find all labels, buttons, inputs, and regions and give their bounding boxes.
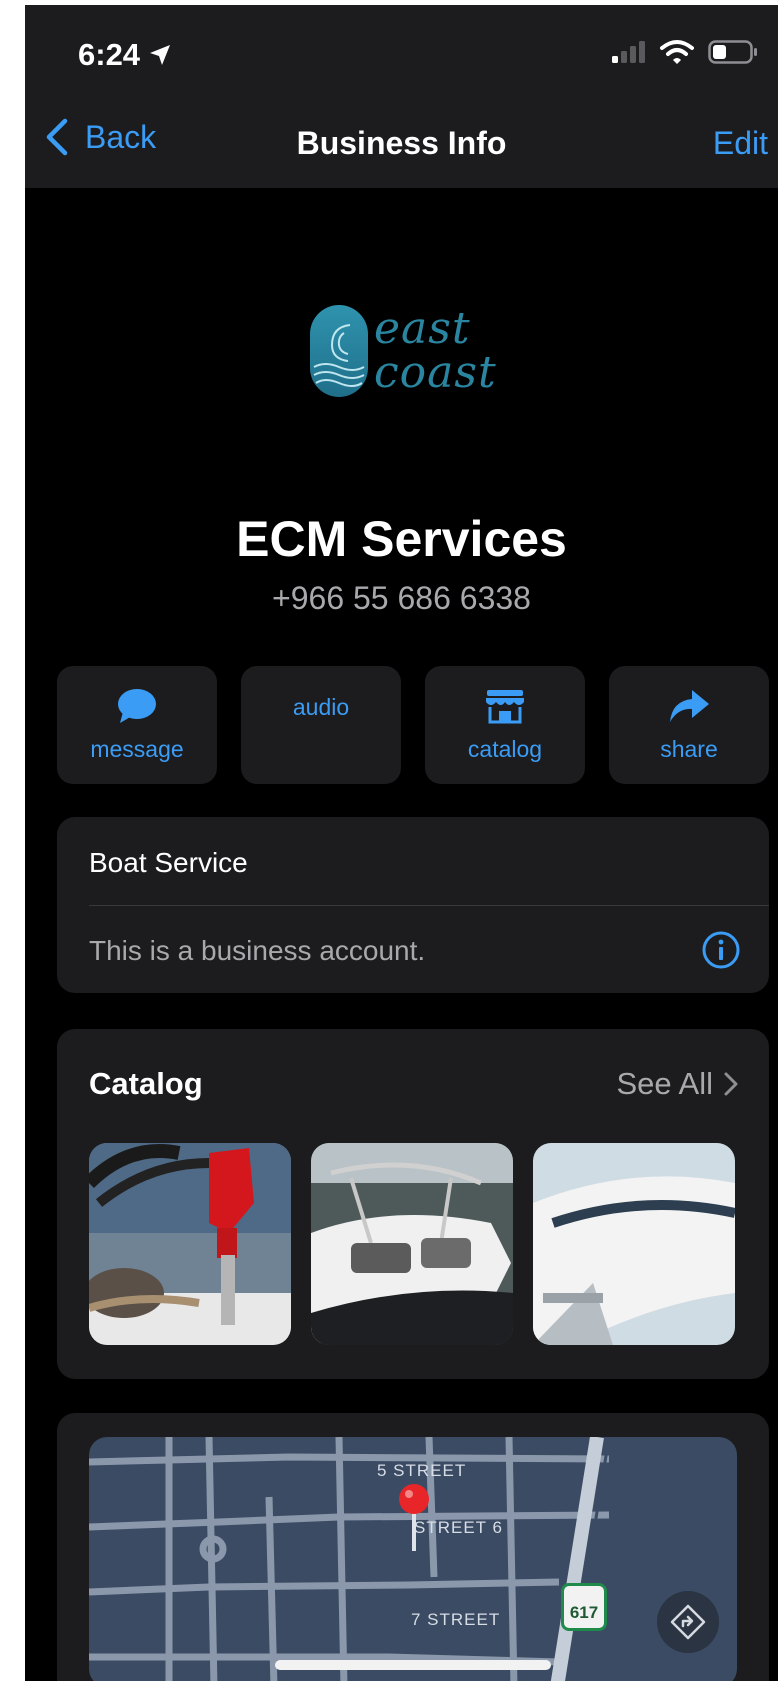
directions-icon (670, 1604, 706, 1640)
message-button[interactable]: message (57, 666, 217, 784)
route-shield-badge: 617 (561, 1583, 607, 1631)
battery-icon (708, 40, 757, 64)
info-circle-icon (702, 931, 740, 969)
directions-button[interactable] (657, 1591, 719, 1653)
cellular-signal-icon (612, 41, 645, 63)
navigation-header: 6:24 Back Business Info Edit (25, 5, 778, 188)
share-label: share (660, 735, 718, 762)
street-label-5: 5 STREET (377, 1461, 467, 1480)
route-number: 617 (569, 1603, 599, 1622)
business-logo: east coast (310, 305, 497, 397)
phone-screen: 6:24 Back Business Info Edit east coast … (25, 5, 778, 1681)
catalog-item-fuel-nozzle[interactable] (89, 1143, 291, 1345)
page-title: Business Info (296, 125, 507, 161)
business-phone[interactable]: +966 55 686 6338 (25, 580, 778, 617)
catalog-title: Catalog (89, 1066, 203, 1101)
street-label-7: 7 STREET (411, 1610, 501, 1629)
catalog-button[interactable]: catalog (425, 666, 585, 784)
share-button[interactable]: share (609, 666, 769, 784)
audio-button[interactable]: audio (241, 666, 401, 784)
business-category: Boat Service (89, 847, 248, 878)
fuel-nozzle-photo (89, 1143, 291, 1345)
share-arrow-icon (670, 689, 709, 722)
status-time: 6:24 (78, 37, 172, 73)
location-card: 5 STREET STREET 6 7 STREET 617 (57, 1413, 769, 1681)
divider (89, 905, 769, 906)
business-name: ECM Services (236, 511, 567, 567)
catalog-item-boat-hull[interactable] (533, 1143, 735, 1345)
home-indicator[interactable] (275, 1660, 551, 1670)
business-info-card: Boat Service This is a business account. (57, 817, 769, 993)
info-button[interactable] (701, 930, 741, 975)
edit-button[interactable]: Edit (713, 125, 768, 162)
speedboat-photo (311, 1143, 513, 1345)
catalog-card: Catalog See All (57, 1029, 769, 1379)
see-all-button[interactable]: See All (616, 1066, 739, 1102)
location-pin-icon (399, 1484, 429, 1551)
wifi-icon (660, 40, 694, 64)
catalog-label: catalog (467, 735, 543, 762)
action-buttons: message audio catalog share (57, 666, 769, 784)
storefront-icon (486, 689, 524, 723)
wave-emblem-icon (310, 305, 368, 397)
location-map[interactable]: 5 STREET STREET 6 7 STREET 617 (89, 1437, 737, 1681)
logo-text-line1: east (374, 303, 471, 354)
message-bubble-icon (118, 688, 156, 723)
logo-text-line2: coast (374, 347, 497, 398)
location-arrow-icon (150, 45, 171, 65)
chevron-right-icon (724, 1072, 738, 1096)
catalog-item-speedboat[interactable] (311, 1143, 513, 1345)
status-indicators (612, 39, 758, 65)
message-label: message (90, 735, 184, 762)
business-account-note: This is a business account. (89, 935, 426, 966)
audio-label: audio (292, 694, 350, 720)
see-all-label: See All (616, 1066, 713, 1101)
boat-hull-photo (533, 1143, 735, 1345)
